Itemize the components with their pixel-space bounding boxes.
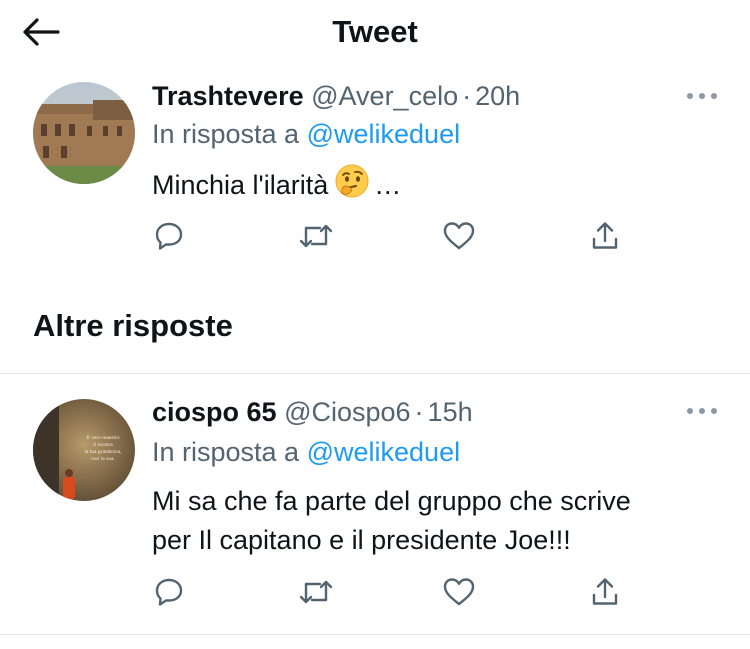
share-button[interactable] xyxy=(585,216,625,256)
retweet-icon xyxy=(299,224,333,248)
user-handle[interactable]: @Ciospo6 xyxy=(284,397,410,427)
display-name[interactable]: ciospo 65 xyxy=(152,397,277,427)
separator-dot: · xyxy=(414,397,424,427)
avatar-caption: la tua grandezza, xyxy=(84,449,122,455)
reply-mention-link[interactable]: @welikeduel xyxy=(307,437,460,467)
display-name[interactable]: Trashtevere xyxy=(152,81,304,111)
avatar-image: Il vero maestro ti mostra la tua grandez… xyxy=(33,399,135,501)
retweet-icon xyxy=(299,580,333,604)
like-button[interactable] xyxy=(439,572,479,612)
tweet-time[interactable]: 15h xyxy=(428,397,473,427)
reply-context: In risposta a @welikeduel xyxy=(152,121,460,148)
avatar[interactable] xyxy=(33,82,135,184)
tweet-text-line: per Il capitano e il presidente Joe!!! xyxy=(152,525,571,555)
tweet-thread-page: Tweet Trashtevere @Aver_celo · 20h In ri… xyxy=(0,0,750,649)
retweet-button[interactable] xyxy=(296,216,336,256)
retweet-button[interactable] xyxy=(296,572,336,612)
divider xyxy=(0,373,750,374)
heart-icon xyxy=(443,222,475,250)
more-options-button[interactable] xyxy=(682,401,722,421)
reply-mention-link[interactable]: @welikeduel xyxy=(307,119,460,149)
reply-icon xyxy=(155,578,183,606)
share-button[interactable] xyxy=(585,572,625,612)
reply-prefix: In risposta a xyxy=(152,437,300,467)
separator-dot: · xyxy=(462,81,472,111)
heart-icon xyxy=(443,578,475,606)
more-horizontal-icon xyxy=(687,93,717,99)
avatar[interactable]: Il vero maestro ti mostra la tua grandez… xyxy=(33,399,135,501)
avatar-caption: ti mostra xyxy=(93,442,113,448)
top-bar: Tweet xyxy=(0,0,750,68)
avatar-caption: non la sua. xyxy=(91,456,115,462)
avatar-caption: Il vero maestro xyxy=(86,435,120,441)
share-icon xyxy=(592,578,618,605)
thinking-face-emoji-icon xyxy=(334,163,370,210)
divider xyxy=(0,634,750,635)
reply-button[interactable] xyxy=(149,572,189,612)
more-options-button[interactable] xyxy=(682,86,722,106)
tweet-text-line: Mi sa che fa parte del gruppo che scrive xyxy=(152,486,631,516)
tweet-text-ellipsis: … xyxy=(374,170,402,200)
reply-icon xyxy=(155,222,183,250)
avatar-image xyxy=(33,82,135,184)
more-horizontal-icon xyxy=(687,408,717,414)
tweet-time[interactable]: 20h xyxy=(475,81,520,111)
reply-prefix: In risposta a xyxy=(152,119,300,149)
tweet-text: Mi sa che fa parte del gruppo che scrive… xyxy=(152,482,722,560)
reply-button[interactable] xyxy=(149,216,189,256)
page-title: Tweet xyxy=(332,14,418,49)
tweet-text-part: Minchia l'ilarità xyxy=(152,170,329,200)
tweet-header: Trashtevere @Aver_celo · 20h xyxy=(152,83,520,110)
share-icon xyxy=(592,222,618,249)
reply-context: In risposta a @welikeduel xyxy=(152,439,460,466)
like-button[interactable] xyxy=(439,216,479,256)
tweet-text: Minchia l'ilarità … xyxy=(152,163,722,210)
tweet-header: ciospo 65 @Ciospo6 · 15h xyxy=(152,399,473,426)
user-handle[interactable]: @Aver_celo xyxy=(311,81,458,111)
section-title: Altre risposte xyxy=(33,308,233,343)
